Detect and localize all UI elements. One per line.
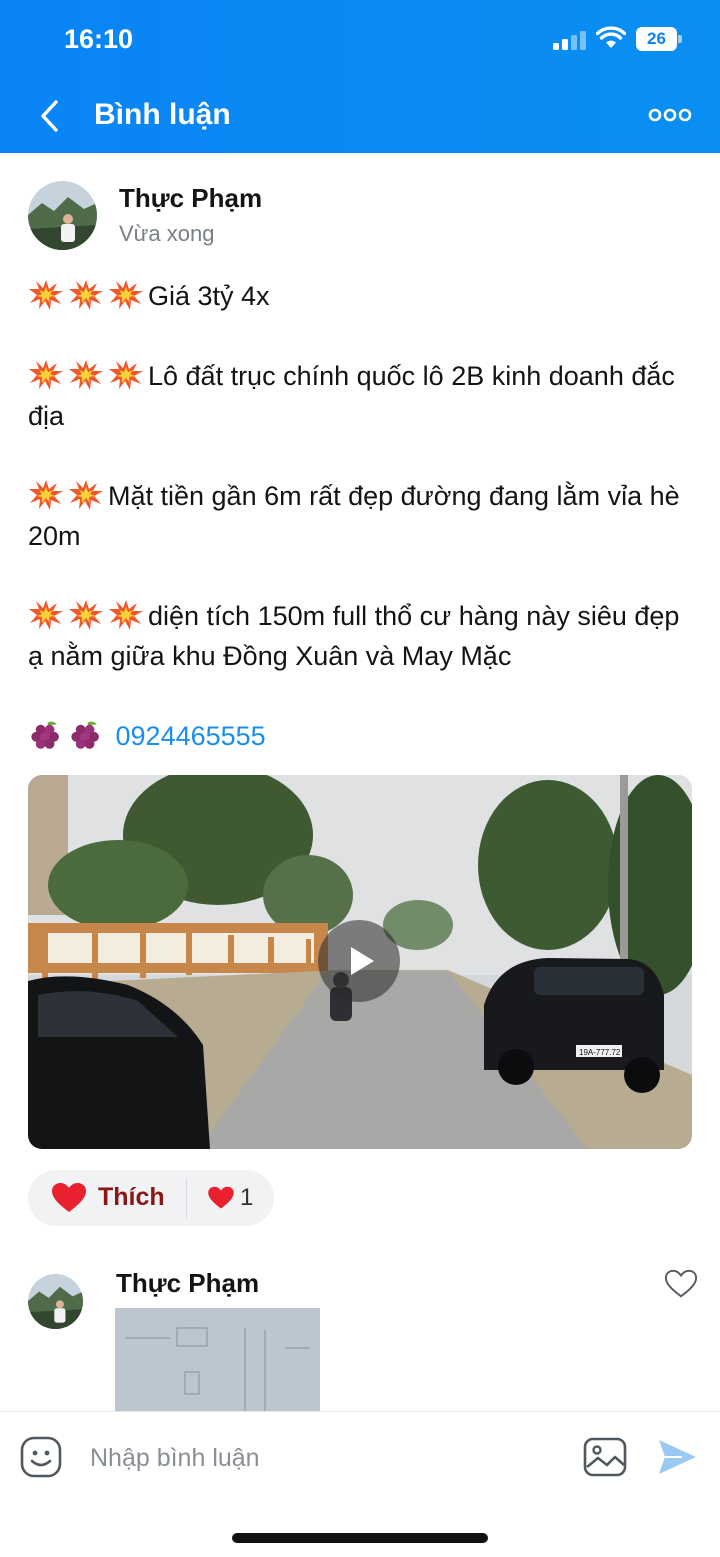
like-label[interactable]: Thích [98,1183,165,1212]
home-indicator [232,1533,488,1543]
collision-emoji-icon [68,279,104,311]
post-line-location: Lô đất trục chính quốc lô 2B kinh doanh … [28,356,692,436]
play-button[interactable] [318,920,400,1002]
grapes-emoji-icon [68,719,104,751]
post-line-area: diện tích 150m full thổ cư hàng này siêu… [28,596,692,676]
image-icon[interactable] [583,1437,627,1477]
comment-image[interactable] [115,1308,320,1412]
phone-link[interactable]: 0924465555 [116,721,266,751]
comment-input[interactable] [90,1441,560,1475]
heart-icon [208,1186,234,1209]
send-icon[interactable] [656,1437,698,1477]
collision-emoji-icon [108,359,144,391]
post-line-text: Mặt tiền gần 6m rất đẹp đường đang lằm v… [28,481,680,551]
battery-level: 26 [636,27,677,51]
back-arrow-icon[interactable] [32,96,68,136]
collision-emoji-icon [108,599,144,631]
divider [186,1178,187,1218]
collision-emoji-icon [68,479,104,511]
cellular-signal-icon [553,30,587,50]
comment-avatar[interactable] [28,1274,83,1329]
app-header: 16:10 26 Bình luận [0,0,720,153]
collision-emoji-icon [28,279,64,311]
collision-emoji-icon [68,599,104,631]
post-time: Vừa xong [119,221,215,246]
post-line-frontage: Mặt tiền gần 6m rất đẹp đường đang lằm v… [28,476,692,556]
battery-icon: 26 [636,27,682,51]
avatar[interactable] [28,181,97,250]
heart-icon [52,1183,86,1212]
page-title: Bình luận [94,98,231,131]
status-time: 16:10 [64,24,134,54]
post-author[interactable]: Thực Phạm [119,183,262,214]
grapes-emoji-icon [28,719,64,751]
collision-emoji-icon [28,599,64,631]
collision-emoji-icon [108,279,144,311]
post-line-text: Giá 3tỷ 4x [148,281,270,311]
post-line-contact: 0924465555 [28,716,692,756]
play-icon [351,947,374,975]
post-line-price: Giá 3tỷ 4x [28,276,692,316]
wifi-icon [596,26,626,48]
more-icon[interactable] [648,105,692,125]
like-count[interactable]: 1 [240,1184,253,1212]
heart-outline-icon[interactable] [664,1268,698,1300]
emoji-face-icon[interactable] [20,1436,62,1478]
collision-emoji-icon [68,359,104,391]
comment-author[interactable]: Thực Phạm [116,1268,259,1299]
license-plate: 19A-777.72 [579,1048,621,1057]
collision-emoji-icon [28,479,64,511]
collision-emoji-icon [28,359,64,391]
